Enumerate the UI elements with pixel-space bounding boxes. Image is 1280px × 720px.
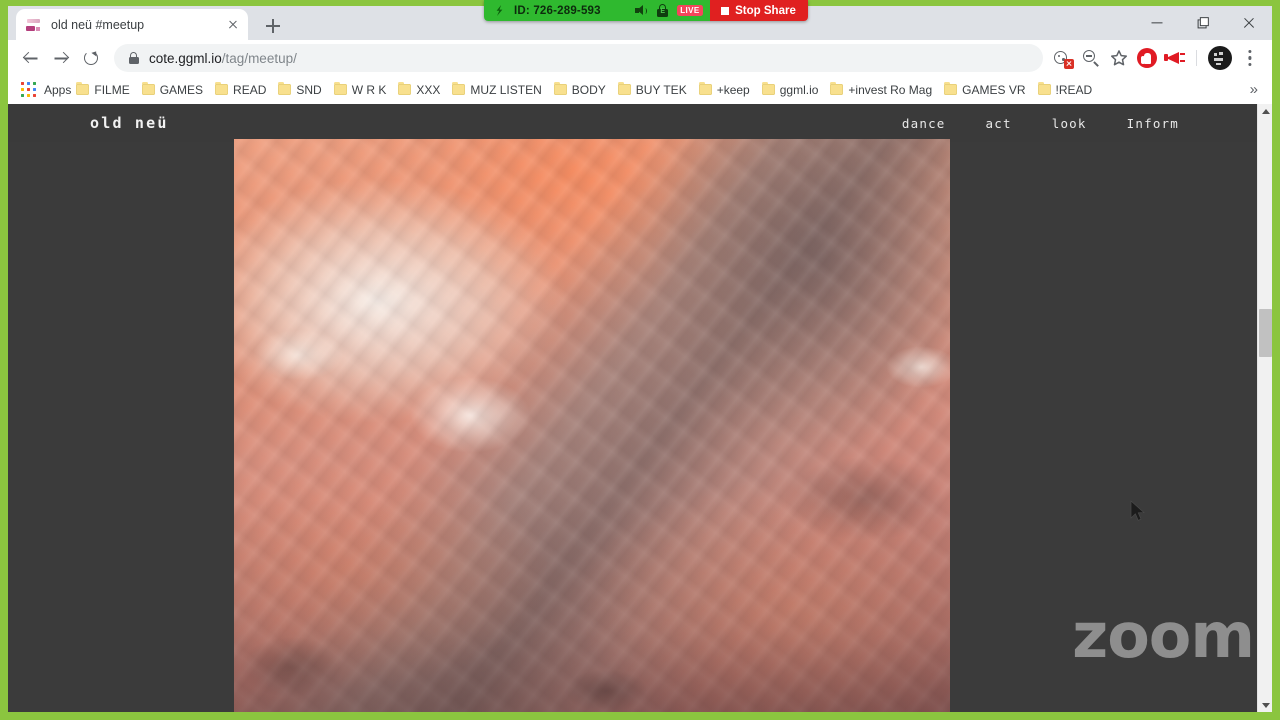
bookmark-item[interactable]: W R K [329, 80, 394, 100]
folder-icon [452, 81, 466, 95]
bookmark-apps-label[interactable]: Apps [44, 83, 71, 97]
bookmark-label: SND [296, 82, 322, 97]
bookmark-item[interactable]: FILME [71, 80, 136, 100]
tab-title: old neü #meetup [51, 17, 145, 32]
chrome-menu-icon[interactable] [1236, 44, 1264, 72]
window-controls [1134, 6, 1272, 40]
bookmark-label: XXX [416, 82, 441, 97]
encryption-lock-icon[interactable] [657, 4, 669, 17]
folder-icon [215, 81, 229, 95]
bookmark-item[interactable]: BODY [549, 80, 613, 100]
site-favicon-icon [26, 17, 42, 33]
reload-button[interactable] [76, 43, 106, 73]
bookmark-label: READ [233, 82, 267, 97]
url-path: /tag/meetup/ [221, 50, 297, 66]
zoom-logo-icon [493, 4, 506, 17]
megaphone-icon[interactable] [1161, 44, 1189, 72]
forward-button[interactable] [46, 43, 76, 73]
nav-item-inform[interactable]: Inform [1127, 116, 1179, 131]
browser-toolbar: cote.ggml.io/tag/meetup/ [8, 40, 1272, 76]
url-host: cote.ggml.io [149, 50, 222, 66]
site-nav: dance act look Inform [902, 116, 1179, 131]
bookmark-item[interactable]: +invest Ro Mag [825, 80, 939, 100]
bookmark-item[interactable]: MUZ LISTEN [447, 80, 548, 100]
toolbar-divider [1196, 50, 1197, 66]
lock-icon [128, 52, 139, 65]
folder-icon [761, 81, 775, 95]
browser-window: old neü #meetup cote.ggml.io/tag/meetup/ [8, 6, 1272, 712]
folder-icon [1037, 81, 1051, 95]
minimize-button[interactable] [1134, 6, 1180, 40]
stop-share-label: Stop Share [735, 4, 796, 17]
browser-tab[interactable]: old neü #meetup [16, 9, 248, 40]
scrollbar-thumb[interactable] [1259, 309, 1272, 357]
cookie-blocked-icon[interactable] [1049, 44, 1077, 72]
bookmark-item[interactable]: SND [273, 80, 328, 100]
folder-icon [944, 81, 958, 95]
bookmark-label: BODY [571, 82, 606, 97]
folder-icon [617, 81, 631, 95]
site-logo[interactable]: old neü [90, 114, 169, 132]
mouse-cursor [1130, 500, 1145, 521]
zoom-share-toolbar: ID: 726-289-593 LIVE Stop Share [484, 0, 808, 21]
folder-icon [141, 81, 155, 95]
bookmarks-overflow-icon[interactable]: » [1242, 81, 1266, 98]
bookmark-label: +invest Ro Mag [848, 82, 933, 97]
bookmark-label: +keep [716, 82, 750, 97]
meeting-id-text: ID: 726-289-593 [514, 4, 601, 17]
bookmark-item[interactable]: BUY TEK [613, 80, 694, 100]
url-text: cote.ggml.io/tag/meetup/ [149, 51, 297, 66]
bookmark-label: W R K [351, 82, 387, 97]
bookmark-item[interactable]: XXX [393, 80, 447, 100]
adblock-icon[interactable] [1133, 44, 1161, 72]
scroll-up-arrow[interactable] [1258, 104, 1272, 119]
bookmark-label: ggml.io [779, 82, 819, 97]
bookmark-item[interactable]: ggml.io [757, 80, 826, 100]
page-scrollbar[interactable] [1257, 104, 1272, 712]
address-bar[interactable]: cote.ggml.io/tag/meetup/ [114, 44, 1043, 72]
bookmark-item[interactable]: GAMES VR [939, 80, 1032, 100]
bookmark-label: GAMES [159, 82, 204, 97]
bookmark-label: !READ [1055, 82, 1093, 97]
folder-icon [76, 81, 90, 95]
zoom-watermark: zoom [1072, 599, 1255, 672]
folder-icon [553, 81, 567, 95]
folder-icon [278, 81, 292, 95]
folder-icon [698, 81, 712, 95]
scroll-down-arrow[interactable] [1258, 697, 1272, 712]
bookmark-item[interactable]: !READ [1033, 80, 1100, 100]
nav-item-look[interactable]: look [1052, 116, 1087, 131]
live-badge: LIVE [676, 5, 704, 16]
zoom-share-info: ID: 726-289-593 LIVE [484, 0, 711, 21]
restore-button[interactable] [1180, 6, 1226, 40]
bookmark-star-icon[interactable] [1105, 44, 1133, 72]
folder-icon [333, 81, 347, 95]
bookmark-label: FILME [94, 82, 130, 97]
zoom-page-icon[interactable] [1077, 44, 1105, 72]
profile-avatar[interactable] [1208, 46, 1232, 70]
bookmark-item[interactable]: +keep [694, 80, 757, 100]
folder-icon [398, 81, 412, 95]
stop-square-icon [721, 6, 730, 15]
bookmark-item[interactable]: GAMES [137, 80, 210, 100]
web-page: old neü dance act look Inform zoom [8, 104, 1272, 712]
site-header: old neü dance act look Inform [8, 104, 1257, 142]
speaker-icon[interactable] [634, 4, 649, 17]
post-image[interactable] [234, 139, 950, 712]
folder-icon [830, 81, 844, 95]
close-window-button[interactable] [1226, 6, 1272, 40]
bookmarks-bar: Apps FILME GAMES READ SND W R K XXX MUZ … [8, 76, 1272, 104]
close-tab-icon[interactable] [224, 16, 242, 34]
stop-share-button[interactable]: Stop Share [710, 0, 808, 21]
apps-grid-icon[interactable] [21, 81, 37, 98]
new-tab-button[interactable] [260, 13, 286, 39]
nav-item-dance[interactable]: dance [902, 116, 946, 131]
nav-item-act[interactable]: act [986, 116, 1012, 131]
bookmark-label: GAMES VR [962, 82, 1026, 97]
back-button[interactable] [16, 43, 46, 73]
bookmark-label: BUY TEK [635, 82, 687, 97]
bookmark-item[interactable]: READ [210, 80, 273, 100]
bookmark-label: MUZ LISTEN [470, 82, 542, 97]
